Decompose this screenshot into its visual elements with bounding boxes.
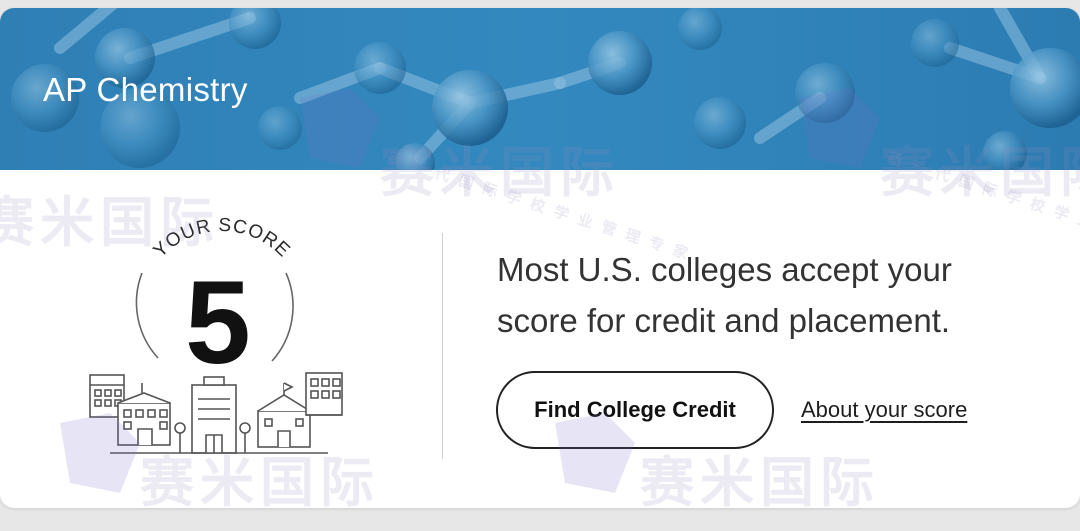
score-graphic: YOUR SCORE 5 (89, 215, 343, 454)
vertical-divider (442, 233, 443, 459)
score-card: AP Chemistry YOUR SCORE 5 Most U.S. coll… (0, 8, 1080, 508)
about-your-score-link[interactable]: About your score (801, 395, 967, 425)
score-label: YOUR SCORE (150, 215, 295, 262)
find-college-credit-button[interactable]: Find College Credit (496, 371, 774, 449)
course-title: AP Chemistry (43, 71, 248, 108)
score-circle-right-arc (271, 272, 294, 362)
course-banner: AP Chemistry (0, 8, 1080, 170)
credit-message: Most U.S. colleges accept your score for… (497, 251, 952, 339)
score-circle-left-arc (135, 272, 159, 359)
college-buildings-icon (89, 372, 343, 454)
score-value: 5 (185, 257, 251, 389)
